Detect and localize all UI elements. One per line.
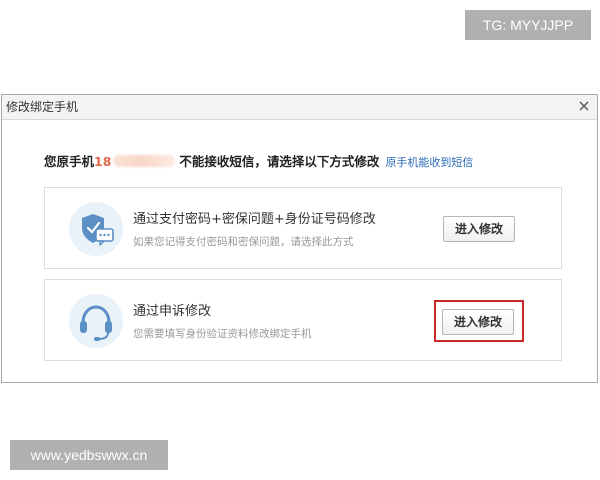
- option-password-security: 通过支付密码+密保问题+身份证号码修改 如果您记得支付密码和密保问题，请选择此方…: [44, 187, 562, 269]
- close-button[interactable]: [575, 97, 593, 115]
- option-title: 通过支付密码+密保问题+身份证号码修改: [133, 212, 376, 227]
- modify-phone-dialog: 修改绑定手机 您原手机18 不能接收短信，请选择以下方式修改 原手机能收到短信 通过…: [1, 94, 598, 383]
- option-description: 如果您记得支付密码和密保问题，请选择此方式: [133, 236, 354, 248]
- phone-number-partial: 18: [94, 154, 112, 169]
- shield-chat-icon: [69, 202, 123, 256]
- close-icon: [579, 101, 589, 111]
- phone-number-mask: [113, 155, 176, 167]
- option-appeal: 通过申诉修改 您需要填写身份验证资料修改绑定手机 进入修改: [44, 279, 562, 361]
- headset-icon: [69, 294, 123, 348]
- option-title: 通过申诉修改: [133, 304, 212, 319]
- option-description: 您需要填写身份验证资料修改绑定手机: [133, 328, 312, 340]
- watermark-bottom: www.yedbswwx.cn: [10, 440, 168, 470]
- notice-suffix: 不能接收短信，请选择以下方式修改: [179, 154, 380, 169]
- can-receive-sms-link[interactable]: 原手机能收到短信: [385, 156, 473, 169]
- enter-modify-button-password[interactable]: 进入修改: [443, 216, 515, 242]
- enter-modify-button-appeal[interactable]: 进入修改: [442, 309, 514, 335]
- dialog-titlebar: 修改绑定手机: [2, 95, 597, 120]
- phone-notice: 您原手机18 不能接收短信，请选择以下方式修改 原手机能收到短信: [44, 151, 473, 170]
- notice-prefix: 您原手机: [44, 154, 95, 169]
- watermark-top: TG: MYYJJPP: [465, 10, 591, 40]
- dialog-title: 修改绑定手机: [6, 100, 79, 114]
